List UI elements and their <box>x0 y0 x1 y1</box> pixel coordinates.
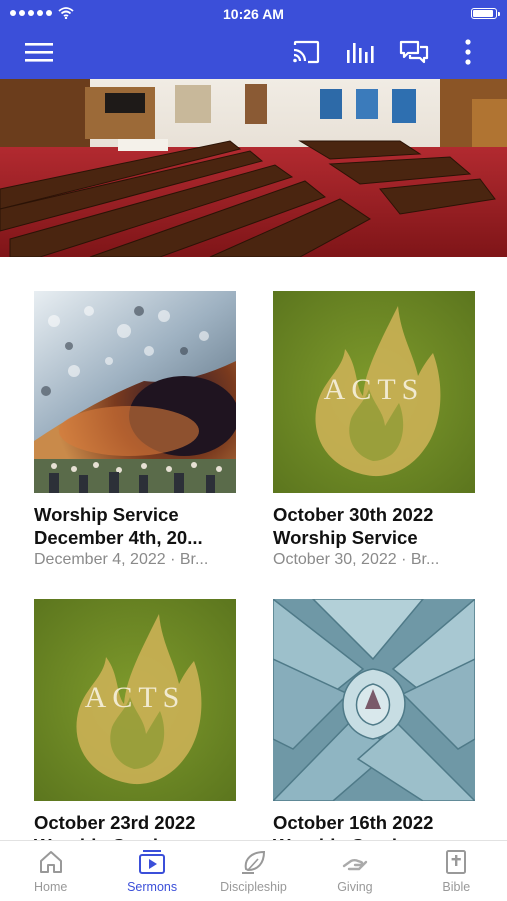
sermon-title-line1: Worship Service <box>34 504 179 525</box>
sermon-title-line1: October 16th 2022 <box>273 812 434 833</box>
sermon-title-line2: December 4th, 20... <box>34 527 203 548</box>
sermon-subtitle: December 4, 2022 · Br... <box>34 551 209 568</box>
sermon-card[interactable]: ACTS October 23rd 2022 Worship Service <box>34 599 236 857</box>
sermon-title-line2: Worship Service <box>273 527 418 548</box>
sermon-card[interactable]: October 16th 2022 Worship Service <box>273 599 475 857</box>
acts-wordmark: ACTS <box>85 681 186 714</box>
tab-discipleship[interactable]: Discipleship <box>203 841 304 901</box>
sermon-title-line1: October 23rd 2022 <box>34 812 196 833</box>
sermon-artwork-acts: ACTS <box>273 291 475 493</box>
tab-label: Home <box>34 880 68 894</box>
sermon-card[interactable]: Worship Service December 4th, 20... Dece… <box>34 291 236 569</box>
cast-icon[interactable] <box>290 36 322 68</box>
tab-label: Giving <box>337 880 373 894</box>
hamburger-menu-icon[interactable] <box>23 36 55 68</box>
battery-icon <box>471 8 500 19</box>
app-header: 10:26 AM <box>0 0 507 79</box>
status-time: 10:26 AM <box>223 6 284 22</box>
sermon-subtitle: October 30, 2022 · Br... <box>273 551 440 568</box>
toolbar <box>0 30 507 74</box>
home-icon <box>39 851 62 873</box>
tab-label: Sermons <box>127 880 178 894</box>
audio-bars-icon[interactable] <box>344 36 376 68</box>
tab-bible[interactable]: Bible <box>406 841 507 901</box>
bible-cross-icon <box>446 850 467 874</box>
giving-hand-icon <box>342 859 368 871</box>
tab-home[interactable]: Home <box>0 841 101 901</box>
hero-image <box>0 79 507 257</box>
status-bar: 10:26 AM <box>0 0 507 28</box>
sermon-artwork-crowd-storm <box>34 291 236 493</box>
tab-label: Bible <box>442 880 471 894</box>
more-vertical-icon[interactable] <box>452 36 484 68</box>
tab-label: Discipleship <box>220 880 287 894</box>
leaf-hand-icon <box>241 850 265 874</box>
chat-icon[interactable] <box>398 36 430 68</box>
sermon-title-line1: October 30th 2022 <box>273 504 434 525</box>
tab-sermons[interactable]: Sermons <box>101 841 202 901</box>
bottom-tab-bar: Home Sermons Discipleship Giving Bible <box>0 840 507 901</box>
sermon-artwork-acts: ACTS <box>34 599 236 801</box>
tab-giving[interactable]: Giving <box>304 841 405 901</box>
acts-wordmark: ACTS <box>324 373 425 406</box>
sermon-card[interactable]: ACTS October 30th 2022 Worship Service O… <box>273 291 475 569</box>
sermon-artwork-agave <box>273 599 475 801</box>
video-play-icon <box>139 850 166 874</box>
